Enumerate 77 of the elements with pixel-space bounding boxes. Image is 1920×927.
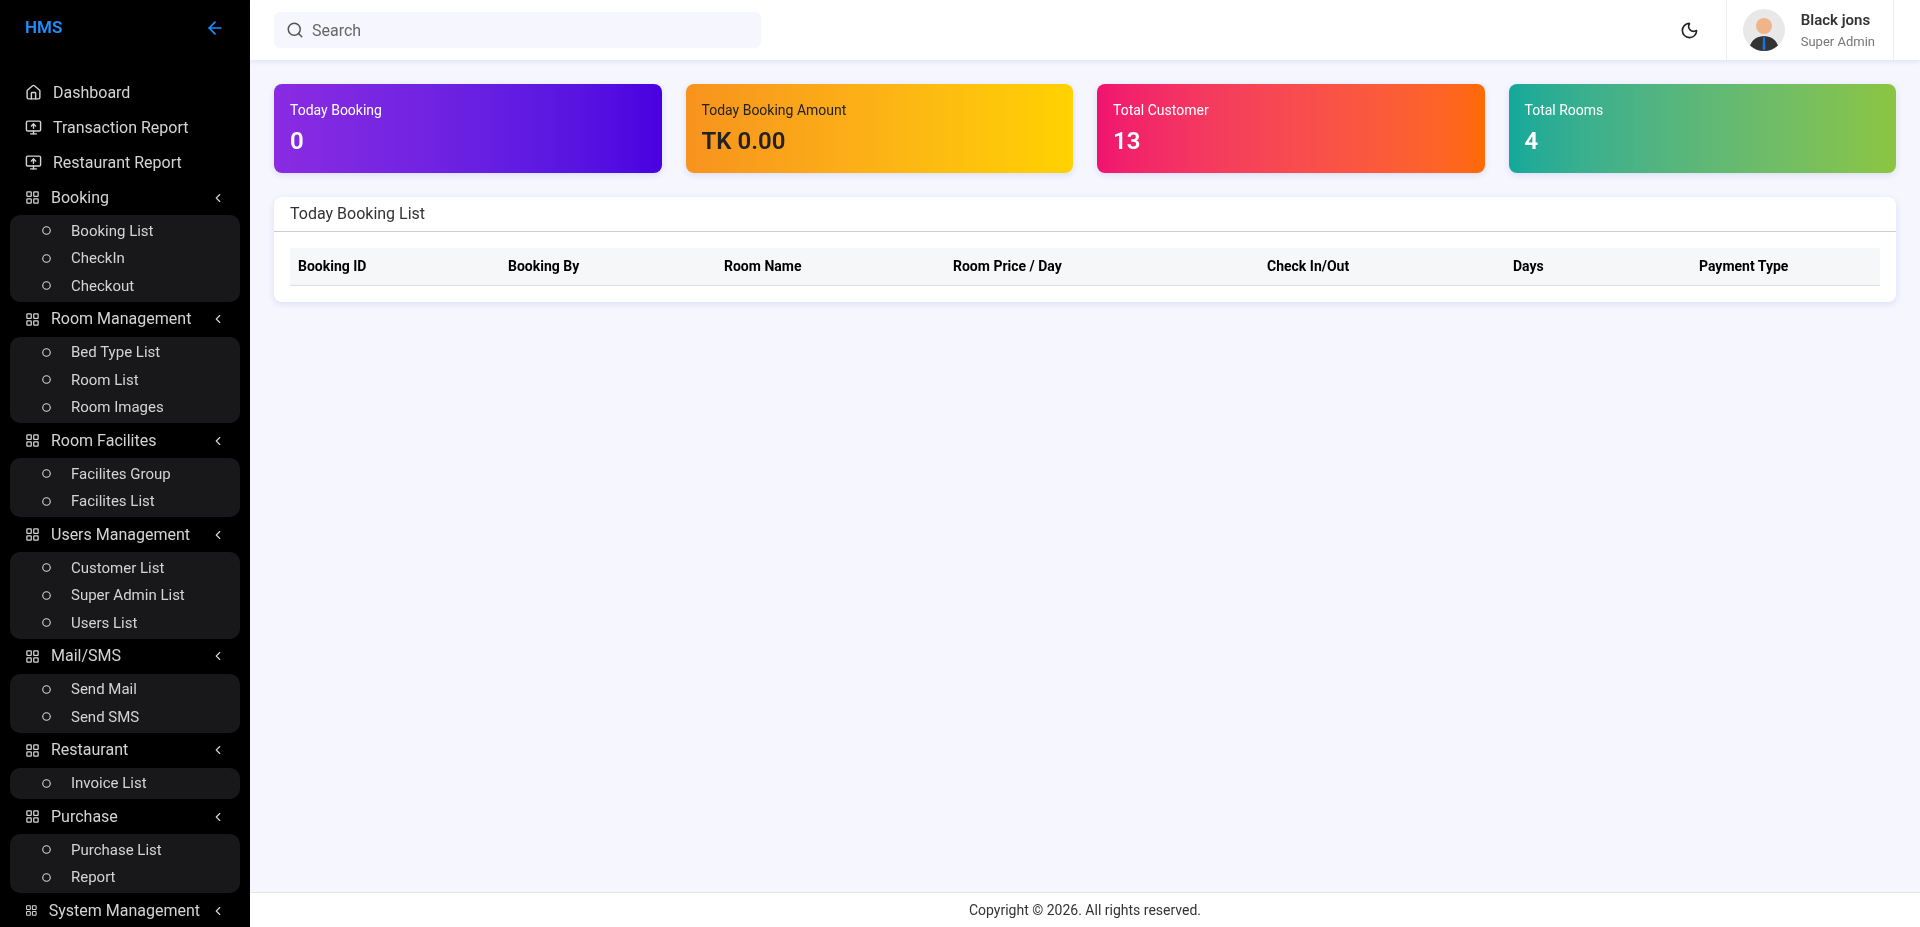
report-icon (25, 119, 42, 136)
circle-icon (42, 281, 51, 291)
circle-icon (42, 712, 51, 722)
sidebar-item[interactable]: Transaction Report (0, 110, 250, 145)
column-header: Room Name (723, 257, 803, 276)
grid-icon (25, 311, 40, 327)
logo: HMS (25, 16, 63, 40)
circle-icon (42, 778, 51, 788)
stat-label: Today Booking (290, 101, 383, 120)
circle-icon (42, 253, 51, 263)
submenu-item[interactable]: Invoice List (10, 769, 240, 797)
circle-icon (42, 845, 51, 855)
submenu-item[interactable]: Room List (10, 366, 240, 394)
sidebar-item[interactable]: Restaurant Report (0, 145, 250, 180)
user-role: Super Admin (1800, 32, 1875, 51)
user-name: Black jons (1800, 10, 1872, 31)
submenu-item[interactable]: Purchase List (10, 836, 240, 864)
grid-icon (25, 903, 38, 918)
submenu-item[interactable]: Users List (10, 609, 240, 637)
column-header: Payment Type (1698, 257, 1790, 276)
stat-value: 13 (1113, 126, 1142, 157)
card-title: Today Booking List (290, 203, 426, 225)
stat-label: Total Rooms (1524, 101, 1605, 120)
grid-icon (25, 527, 40, 542)
sidebar-item[interactable]: Room Facilites (0, 423, 250, 458)
submenu-item[interactable]: Send SMS (10, 703, 240, 731)
grid-icon (25, 742, 40, 758)
search-icon (286, 21, 304, 39)
circle-icon (42, 618, 51, 628)
moon-icon[interactable] (1679, 20, 1699, 40)
circle-icon (42, 226, 51, 236)
sidebar-item[interactable]: Booking (0, 180, 250, 215)
circle-icon (42, 347, 51, 357)
circle-icon (42, 684, 51, 694)
submenu-item[interactable]: Super Admin List (10, 581, 240, 609)
submenu-item[interactable]: Room Images (10, 393, 240, 421)
sidebar-item[interactable]: Purchase (0, 799, 250, 834)
submenu-item[interactable]: Customer List (10, 554, 240, 582)
sidebar-item[interactable]: Dashboard (0, 75, 250, 110)
stat-label: Today Booking Amount (701, 101, 848, 120)
circle-icon (42, 872, 51, 882)
copyright-text: Copyright © 2026. All rights reserved. (968, 900, 1202, 920)
column-header: Check In/Out (1266, 257, 1351, 276)
stat-value: 0 (290, 126, 305, 157)
circle-icon (42, 496, 51, 506)
sidebar-item[interactable]: Room Management (0, 301, 250, 337)
home-icon (25, 84, 42, 101)
submenu-item[interactable]: CheckIn (10, 244, 240, 272)
column-header: Booking By (507, 257, 581, 276)
circle-icon (42, 469, 51, 479)
submenu-item[interactable]: Bed Type List (10, 338, 240, 366)
column-header: Room Price / Day (952, 257, 1063, 276)
circle-icon (42, 563, 51, 573)
circle-icon (42, 590, 51, 600)
grid-icon (25, 809, 40, 824)
grid-icon (25, 648, 40, 664)
sidebar-item[interactable]: System Management (0, 893, 250, 927)
submenu-item[interactable]: Checkout (10, 272, 240, 300)
column-header: Days (1512, 257, 1545, 276)
sidebar-item[interactable]: Users Management (0, 517, 250, 552)
submenu-item[interactable]: Facilites List (10, 487, 240, 515)
column-header: Booking ID (297, 257, 368, 276)
sidebar-item[interactable]: Restaurant (0, 732, 250, 768)
submenu-item[interactable]: Booking List (10, 217, 240, 245)
stat-value: 4 (1524, 126, 1540, 157)
submenu-item[interactable]: Facilites Group (10, 460, 240, 488)
sidebar-item[interactable]: Mail/SMS (0, 638, 250, 674)
circle-icon (42, 402, 51, 412)
submenu-item[interactable]: Report (10, 863, 240, 891)
grid-icon (25, 433, 40, 448)
report-icon (25, 154, 42, 171)
circle-icon (42, 375, 51, 385)
stat-label: Total Customer (1113, 101, 1210, 120)
submenu-item[interactable]: Send Mail (10, 675, 240, 703)
grid-icon (25, 190, 40, 205)
stat-value: TK 0.00 (701, 126, 787, 157)
search-field[interactable]: Search (274, 12, 761, 48)
